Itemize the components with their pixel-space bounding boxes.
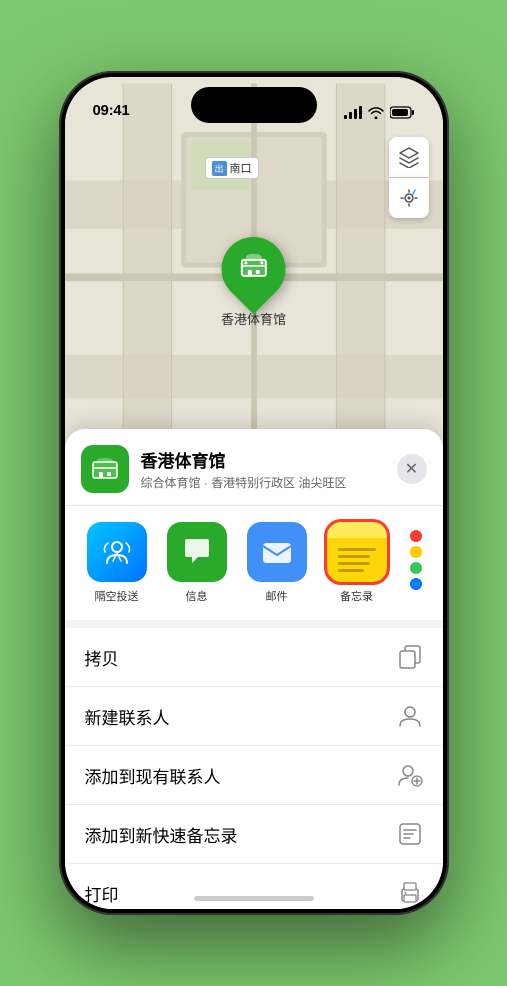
pin-icon bbox=[237, 250, 269, 289]
notes-line-3 bbox=[338, 562, 370, 565]
add-note-label: 添加到新快速备忘录 bbox=[85, 822, 238, 847]
phone-screen: 09:41 bbox=[65, 77, 443, 909]
dot-yellow bbox=[410, 546, 422, 558]
airdrop-icon bbox=[87, 522, 147, 582]
action-new-contact[interactable]: 新建联系人 bbox=[65, 687, 443, 746]
phone-frame: 09:41 bbox=[59, 71, 449, 915]
notes-line-4 bbox=[338, 569, 365, 572]
notes-line-1 bbox=[338, 548, 376, 551]
status-icons bbox=[344, 106, 415, 119]
action-copy[interactable]: 拷贝 bbox=[65, 628, 443, 687]
add-existing-icon bbox=[397, 762, 423, 788]
share-item-notes[interactable]: 备忘录 bbox=[321, 522, 393, 604]
sheet-header: 香港体育馆 综合体育馆 · 香港特别行政区 油尖旺区 ✕ bbox=[65, 429, 443, 506]
action-add-existing[interactable]: 添加到现有联系人 bbox=[65, 746, 443, 805]
notes-lines bbox=[338, 544, 376, 576]
dot-green bbox=[410, 562, 422, 574]
venue-sub: 综合体育馆 · 香港特别行政区 油尖旺区 bbox=[141, 474, 397, 491]
status-time: 09:41 bbox=[93, 102, 130, 119]
wifi-icon bbox=[368, 106, 384, 119]
add-existing-label: 添加到现有联系人 bbox=[85, 763, 221, 788]
print-icon bbox=[397, 880, 423, 906]
venue-info: 香港体育馆 综合体育馆 · 香港特别行政区 油尖旺区 bbox=[141, 447, 397, 491]
venue-icon bbox=[81, 445, 129, 493]
notes-header bbox=[327, 522, 387, 538]
notes-line-2 bbox=[338, 555, 370, 558]
map-pin: 香港体育馆 bbox=[221, 237, 286, 328]
pin-circle bbox=[208, 224, 299, 315]
share-item-more[interactable] bbox=[401, 522, 431, 604]
airdrop-label: 隔空投送 bbox=[95, 588, 139, 604]
home-indicator bbox=[194, 896, 314, 901]
bottom-sheet: 香港体育馆 综合体育馆 · 香港特别行政区 油尖旺区 ✕ bbox=[65, 429, 443, 909]
action-list: 拷贝 新建联系人 添加到现有联系人 bbox=[65, 628, 443, 909]
close-button[interactable]: ✕ bbox=[397, 454, 427, 484]
venue-name: 香港体育馆 bbox=[141, 447, 397, 472]
print-label: 打印 bbox=[85, 881, 119, 906]
notes-icon bbox=[327, 522, 387, 582]
action-add-note[interactable]: 添加到新快速备忘录 bbox=[65, 805, 443, 864]
mail-label: 邮件 bbox=[266, 588, 288, 604]
nankou-text: 南口 bbox=[230, 160, 252, 176]
add-note-icon bbox=[397, 821, 423, 847]
messages-label: 信息 bbox=[186, 588, 208, 604]
location-button[interactable] bbox=[389, 178, 429, 218]
share-item-airdrop[interactable]: 隔空投送 bbox=[81, 522, 153, 604]
share-row: 隔空投送 信息 bbox=[65, 506, 443, 628]
signal-icon bbox=[344, 106, 362, 119]
notes-label: 备忘录 bbox=[340, 588, 373, 604]
dot-blue bbox=[410, 578, 422, 590]
mail-icon bbox=[247, 522, 307, 582]
more-dots bbox=[410, 522, 422, 598]
map-controls bbox=[389, 137, 429, 218]
layers-button[interactable] bbox=[389, 137, 429, 177]
share-item-messages[interactable]: 信息 bbox=[161, 522, 233, 604]
copy-icon bbox=[397, 644, 423, 670]
new-contact-icon bbox=[397, 703, 423, 729]
nankou-prefix: 出 bbox=[212, 161, 227, 176]
messages-icon bbox=[167, 522, 227, 582]
dot-red bbox=[410, 530, 422, 542]
action-print[interactable]: 打印 bbox=[65, 864, 443, 909]
share-item-mail[interactable]: 邮件 bbox=[241, 522, 313, 604]
copy-label: 拷贝 bbox=[85, 645, 119, 670]
new-contact-label: 新建联系人 bbox=[85, 704, 170, 729]
battery-icon bbox=[390, 106, 415, 119]
nankou-label: 出 南口 bbox=[205, 157, 259, 179]
dynamic-island bbox=[191, 87, 317, 123]
